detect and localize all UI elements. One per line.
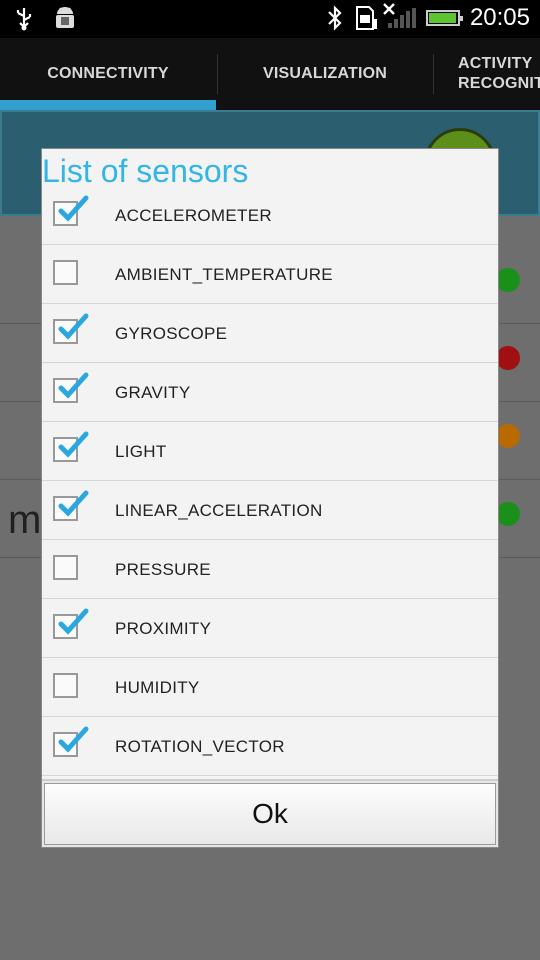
sensor-label: ROTATION_VECTOR [115,737,285,756]
background-status-dot [496,424,520,448]
sd-card-icon [355,6,377,30]
sensor-row-rotation-vector[interactable]: ROTATION_VECTOR [42,717,498,776]
dialog-title: List of sensors [42,153,249,189]
sensor-label: PROXIMITY [115,619,212,638]
background-status-dot [496,346,520,370]
sensor-checkbox[interactable] [53,490,89,521]
sensor-row-gyroscope[interactable]: GYROSCOPE [42,304,498,363]
sensor-row-pressure[interactable]: PRESSURE [42,540,498,599]
sensor-row-proximity[interactable]: PROXIMITY [42,599,498,658]
sensor-checkbox[interactable] [53,313,89,344]
sensor-checkbox[interactable] [53,673,78,698]
background-partial-text: m [8,498,42,542]
sensor-checkbox[interactable] [53,431,89,462]
sensor-label: ACCELEROMETER [115,206,272,225]
tab-activity-recognition[interactable]: ACTIVITY RECOGNIT [434,38,540,110]
dialog-button-bar: Ok [42,779,498,847]
ok-button[interactable]: Ok [44,783,496,845]
sensor-row-linear-acceleration[interactable]: LINEAR_ACCELERATION [42,481,498,540]
checkmark-icon [58,195,89,222]
sensor-checkbox[interactable] [53,260,78,285]
sensor-label: AMBIENT_TEMPERATURE [115,265,333,284]
sensor-checkbox[interactable] [53,726,89,757]
checkmark-icon [58,431,89,458]
checkmark-icon [58,313,89,340]
checkmark-icon [58,372,89,399]
status-time: 20:05 [469,4,530,31]
sensor-checkbox[interactable] [53,195,89,226]
sensor-row-humidity[interactable]: HUMIDITY [42,658,498,717]
sensor-label: GYROSCOPE [115,324,228,343]
selected-tab-indicator [0,100,216,110]
sensor-checkbox[interactable] [53,555,78,580]
sensor-label: HUMIDITY [115,678,200,697]
sensor-label: PRESSURE [115,560,211,579]
checkmark-icon [58,726,89,753]
no-signal-icon [383,3,416,28]
sensor-row-light[interactable]: LIGHT [42,422,498,481]
status-bar: 20:05 [0,0,540,38]
sensor-label: LINEAR_ACCELERATION [115,501,323,520]
android-debug-icon [56,7,74,28]
bluetooth-icon [328,5,342,31]
sensor-label: GRAVITY [115,383,191,402]
tab-visualization[interactable]: VISUALIZATION [218,38,432,110]
sensor-row-ambient-temperature[interactable]: AMBIENT_TEMPERATURE [42,245,498,304]
usb-icon [16,8,32,31]
battery-icon [425,10,463,26]
sensor-row-accelerometer[interactable]: ACCELEROMETER [42,186,498,245]
sensor-row-gravity[interactable]: GRAVITY [42,363,498,422]
background-status-dot [496,268,520,292]
sensor-checkbox[interactable] [53,372,89,403]
sensor-list-dialog: ACCELEROMETER AMBIENT_TEMPERATURE GYROSCOP… [42,149,498,847]
sensor-label: LIGHT [115,442,167,461]
checkmark-icon [58,490,89,517]
checkmark-icon [58,608,89,635]
background-status-dot [496,502,520,526]
sensor-checkbox[interactable] [53,608,89,639]
